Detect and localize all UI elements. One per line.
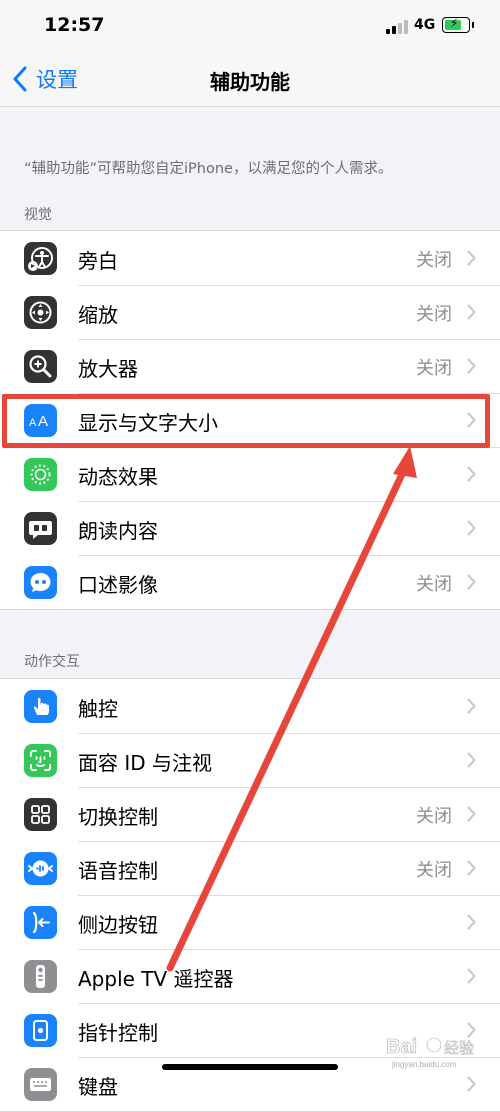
svg-text:Bai: Bai	[386, 1036, 417, 1058]
baidu-watermark-logo-icon: Bai 经验 jingyan.baidu.com	[386, 1036, 475, 1069]
svg-text:经验: 经验	[444, 1040, 474, 1057]
annotation-arrow-icon	[166, 446, 417, 972]
home-indicator[interactable]	[162, 1064, 338, 1070]
svg-text:jingyan.baidu.com: jingyan.baidu.com	[391, 1060, 457, 1069]
